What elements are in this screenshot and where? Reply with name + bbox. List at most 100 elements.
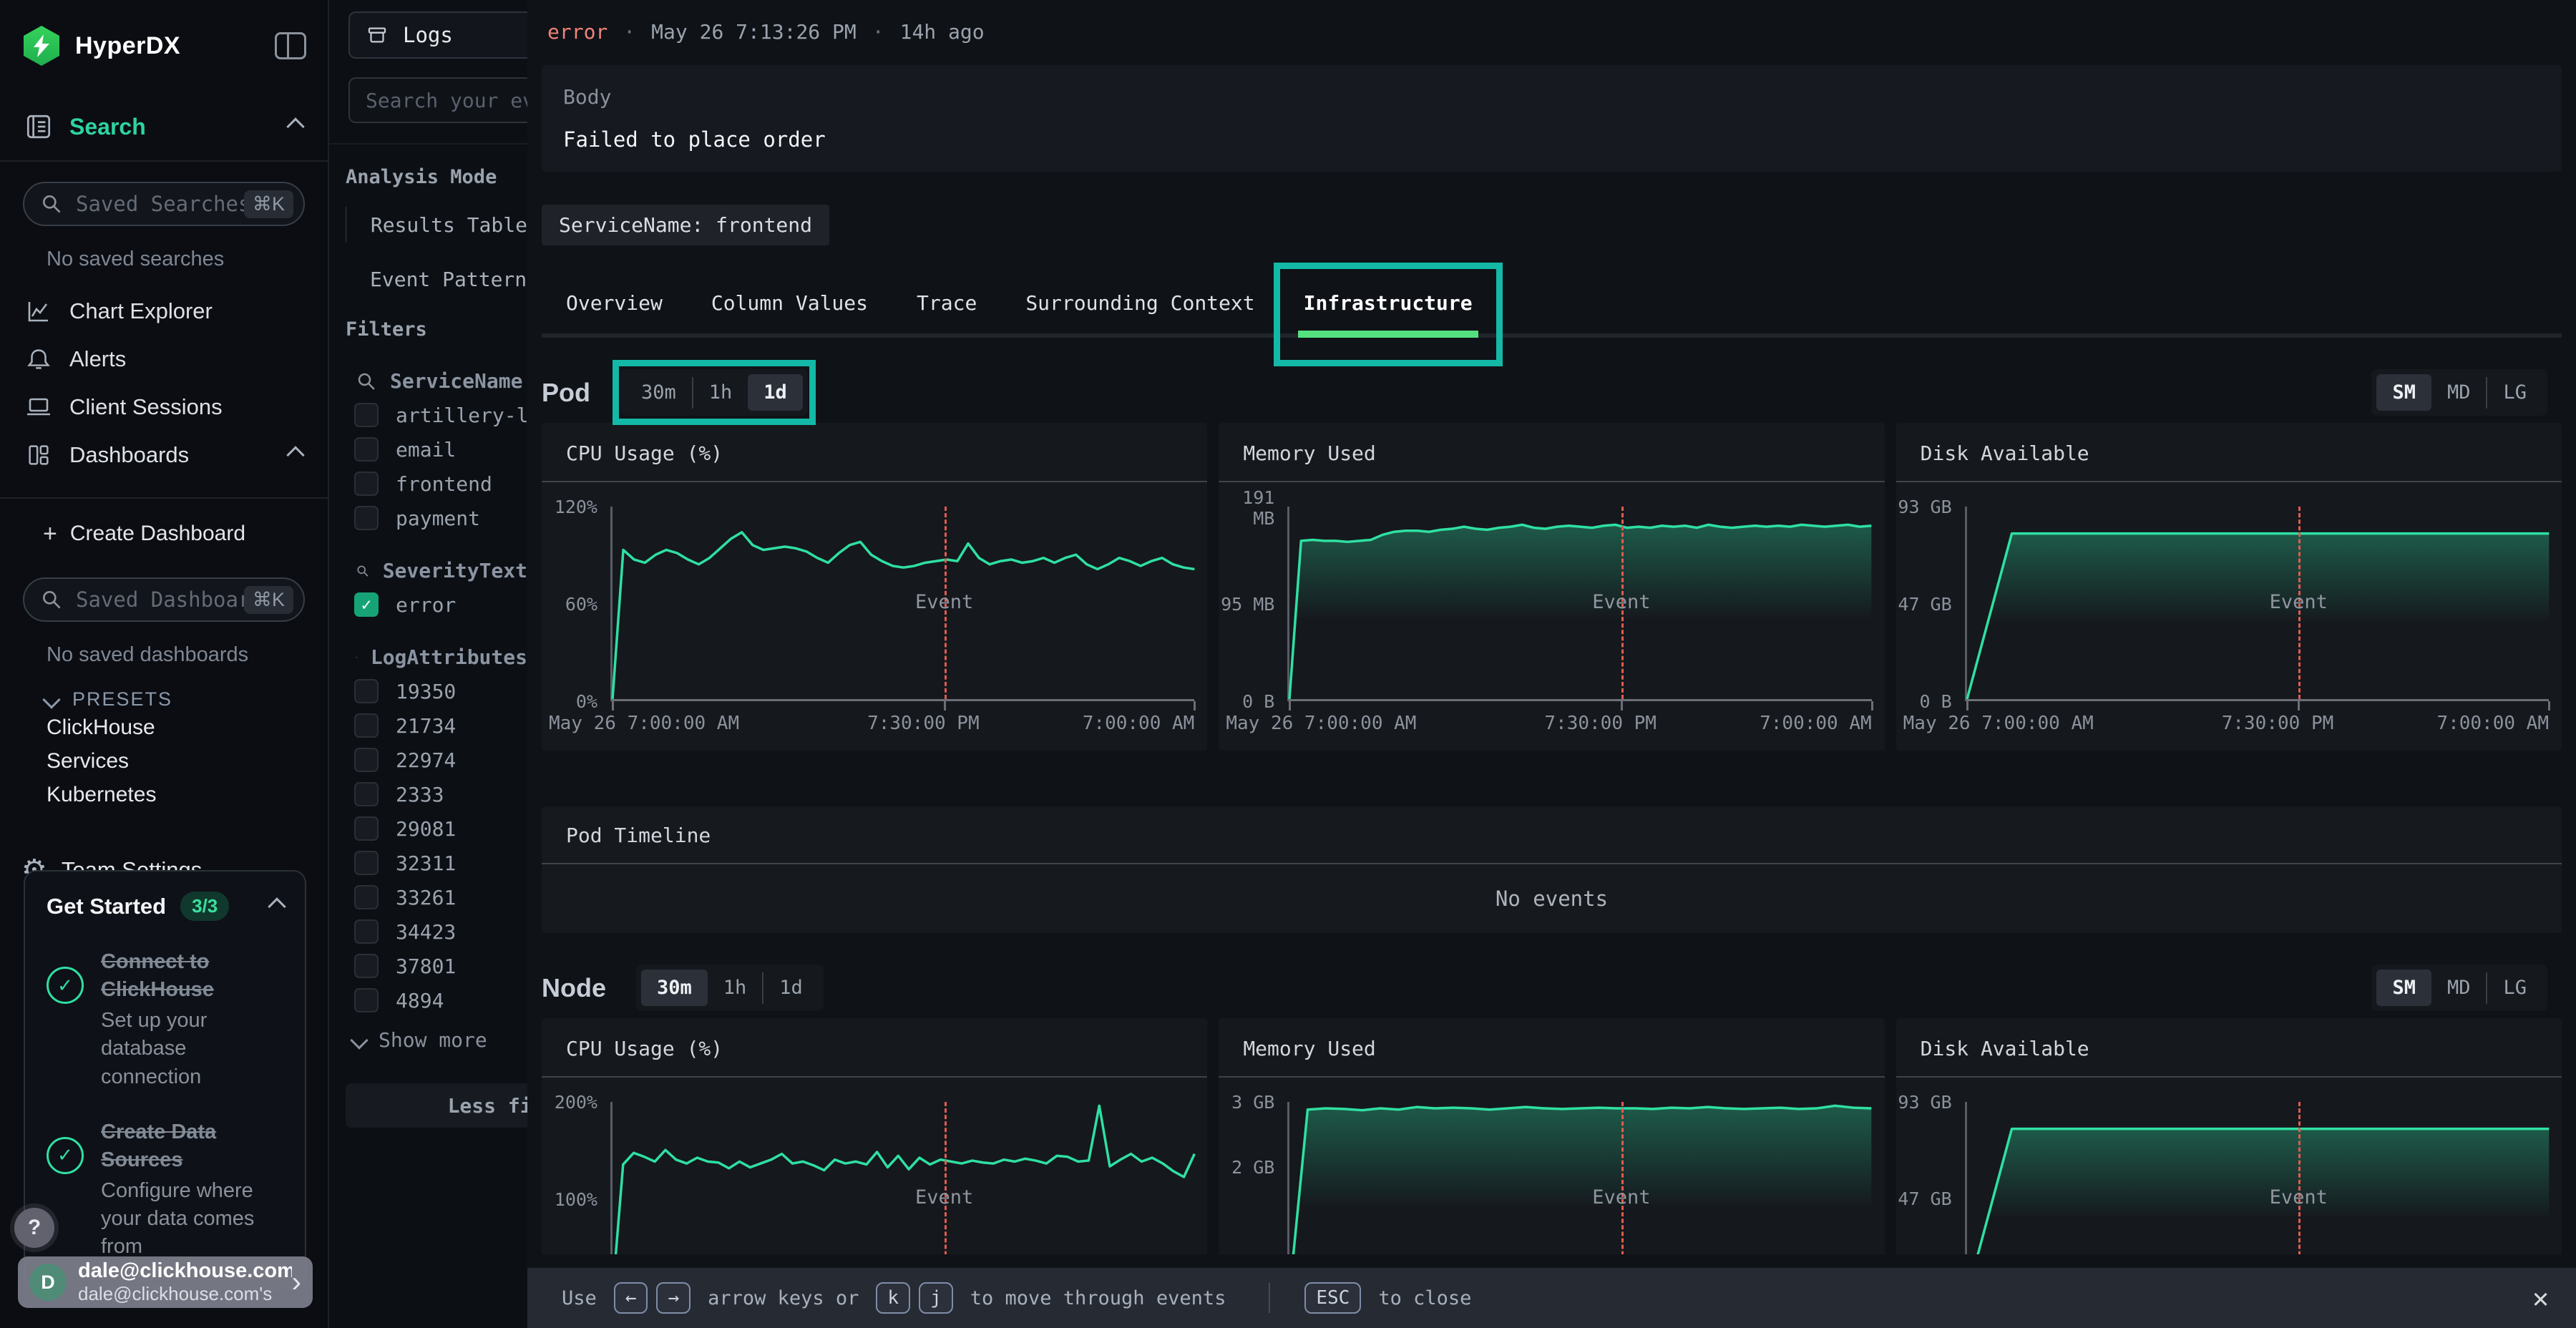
checkbox-icon[interactable] (354, 437, 379, 462)
node-size-md[interactable]: MD (2431, 970, 2487, 1006)
user-team: dale@clickhouse.com's (78, 1283, 292, 1305)
preset-label: Services (47, 749, 129, 773)
tab-trace[interactable]: Trace (892, 278, 1001, 333)
close-icon[interactable]: ✕ (2532, 1282, 2549, 1314)
analysis-mode-event-patterns[interactable]: Event Patterns (346, 261, 527, 297)
filter-option[interactable]: 19350 (354, 679, 527, 703)
pod-size-sm[interactable]: SM (2376, 374, 2431, 411)
node-size-lg[interactable]: LG (2487, 970, 2542, 1006)
k-key[interactable]: k (876, 1282, 910, 1314)
help-button[interactable]: ? (14, 1208, 54, 1248)
tab-infrastructure[interactable]: Infrastructure (1279, 278, 1497, 333)
search-icon (356, 371, 377, 392)
sidebar-item-client-sessions[interactable]: Client Sessions (0, 383, 328, 431)
filter-option[interactable]: 37801 (354, 954, 527, 978)
checkbox-icon[interactable] (354, 954, 379, 978)
analysis-mode-results-table[interactable]: Results Table (346, 207, 527, 243)
pod-range-30m[interactable]: 30m (625, 374, 692, 411)
checkbox-icon[interactable] (354, 919, 379, 944)
pod-range-1h[interactable]: 1h (693, 374, 748, 411)
x-tick-label: 7:00:00 AM (1760, 713, 1872, 734)
checkbox-icon[interactable] (354, 885, 379, 909)
x-tick-mark (1621, 701, 1623, 711)
show-more-button[interactable]: Show more (353, 1028, 527, 1052)
filter-option[interactable]: artillery-loa (354, 403, 527, 427)
event-age: 14h ago (900, 20, 985, 44)
pod-size-lg[interactable]: LG (2487, 374, 2542, 411)
preset-item-kubernetes[interactable]: Kubernetes (0, 778, 328, 811)
checkbox-icon[interactable] (354, 403, 379, 427)
checkbox-icon[interactable] (354, 782, 379, 806)
pod-range-1d[interactable]: 1d (748, 374, 803, 411)
filter-option-label: payment (396, 507, 480, 530)
filter-option[interactable]: 33261 (354, 885, 527, 909)
option-label: Results Table (371, 213, 527, 237)
get-started-title: Get Started (47, 894, 166, 919)
tab-surrounding-context[interactable]: Surrounding Context (1001, 278, 1279, 333)
saved-dashboards-input[interactable]: Saved Dashboards ⌘K (23, 577, 305, 622)
chevron-up-icon[interactable] (286, 117, 304, 135)
chevron-up-icon[interactable] (268, 897, 286, 915)
service-name-tag[interactable]: ServiceName: frontend (542, 205, 829, 245)
sidebar-collapse-icon[interactable] (275, 32, 306, 59)
pod-size-md[interactable]: MD (2431, 374, 2487, 411)
sidebar-item-dashboards[interactable]: Dashboards (0, 431, 328, 479)
x-tick-label: 7:00:00 AM (2436, 713, 2549, 734)
filter-option[interactable]: 2333 (354, 782, 527, 806)
filter-option[interactable]: payment (354, 506, 527, 530)
filter-option[interactable]: 34423 (354, 919, 527, 944)
filter-option[interactable]: 21734 (354, 713, 527, 738)
filter-option[interactable]: email (354, 437, 527, 462)
preset-item-clickhouse[interactable]: ClickHouse (0, 711, 328, 744)
checkbox-icon[interactable] (354, 679, 379, 703)
checkbox-icon[interactable] (354, 748, 379, 772)
filter-option[interactable]: 22974 (354, 748, 527, 772)
event-marker-label: Event (915, 1186, 973, 1209)
get-started-step[interactable]: ✓ Connect to ClickHouse Set up your data… (47, 948, 283, 1091)
saved-searches-input[interactable]: Saved Searches ⌘K (23, 182, 305, 226)
chart-title: Disk Available (1896, 423, 2562, 481)
checkbox-icon[interactable] (354, 472, 379, 496)
hyperdx-logo-icon (24, 26, 59, 66)
checkbox-icon[interactable] (354, 851, 379, 875)
preset-item-services[interactable]: Services (0, 744, 328, 778)
node-size-sm[interactable]: SM (2376, 970, 2431, 1006)
sidebar-item-chart-explorer[interactable]: Chart Explorer (0, 287, 328, 335)
left-arrow-key[interactable]: ← (614, 1282, 648, 1314)
get-started-step[interactable]: ✓ Create Data Sources Configure where yo… (47, 1118, 283, 1261)
checkbox-icon[interactable] (354, 816, 379, 841)
checkbox-icon[interactable] (354, 713, 379, 738)
sidebar-item-alerts[interactable]: Alerts (0, 335, 328, 383)
create-dashboard-button[interactable]: + Create Dashboard (0, 510, 328, 557)
x-tick-label: 7:00:00 AM (1083, 713, 1195, 734)
j-key[interactable]: j (919, 1282, 953, 1314)
esc-key[interactable]: ESC (1304, 1282, 1361, 1314)
source-select-value: Logs (403, 23, 453, 47)
less-filters-button[interactable]: Less fil (346, 1083, 527, 1128)
tab-column-values[interactable]: Column Values (687, 278, 892, 333)
checkbox-icon[interactable] (354, 988, 379, 1012)
divider (542, 1076, 1207, 1078)
event-search-input[interactable]: Search your ev (348, 77, 527, 123)
event-timestamp: May 26 7:13:26 PM (651, 20, 857, 44)
step-subtitle: Set up your database connection (101, 1007, 283, 1090)
chevron-up-icon[interactable] (286, 446, 304, 464)
checkbox-checked-icon[interactable]: ✓ (354, 592, 379, 617)
node-range-30m[interactable]: 30m (641, 970, 708, 1006)
node-range-1h[interactable]: 1h (708, 970, 763, 1006)
sidebar-item-search[interactable]: Search (24, 112, 302, 142)
filter-option[interactable]: 32311 (354, 851, 527, 875)
presets-toggle[interactable]: PRESETS (45, 688, 328, 711)
filter-option[interactable]: ✓error (354, 592, 527, 617)
tab-overview[interactable]: Overview (542, 278, 687, 333)
filter-option[interactable]: 4894 (354, 988, 527, 1012)
filter-groups: ServiceNameartillery-loaemailfrontendpay… (329, 369, 527, 1012)
filter-option-label: frontend (396, 472, 492, 496)
filter-option[interactable]: frontend (354, 472, 527, 496)
checkbox-icon[interactable] (354, 506, 379, 530)
node-range-1d[interactable]: 1d (763, 970, 819, 1006)
source-select[interactable]: Logs (348, 11, 527, 59)
filter-option[interactable]: 29081 (354, 816, 527, 841)
user-menu[interactable]: D dale@clickhouse.com dale@clickhouse.co… (18, 1256, 313, 1308)
right-arrow-key[interactable]: → (656, 1282, 691, 1314)
